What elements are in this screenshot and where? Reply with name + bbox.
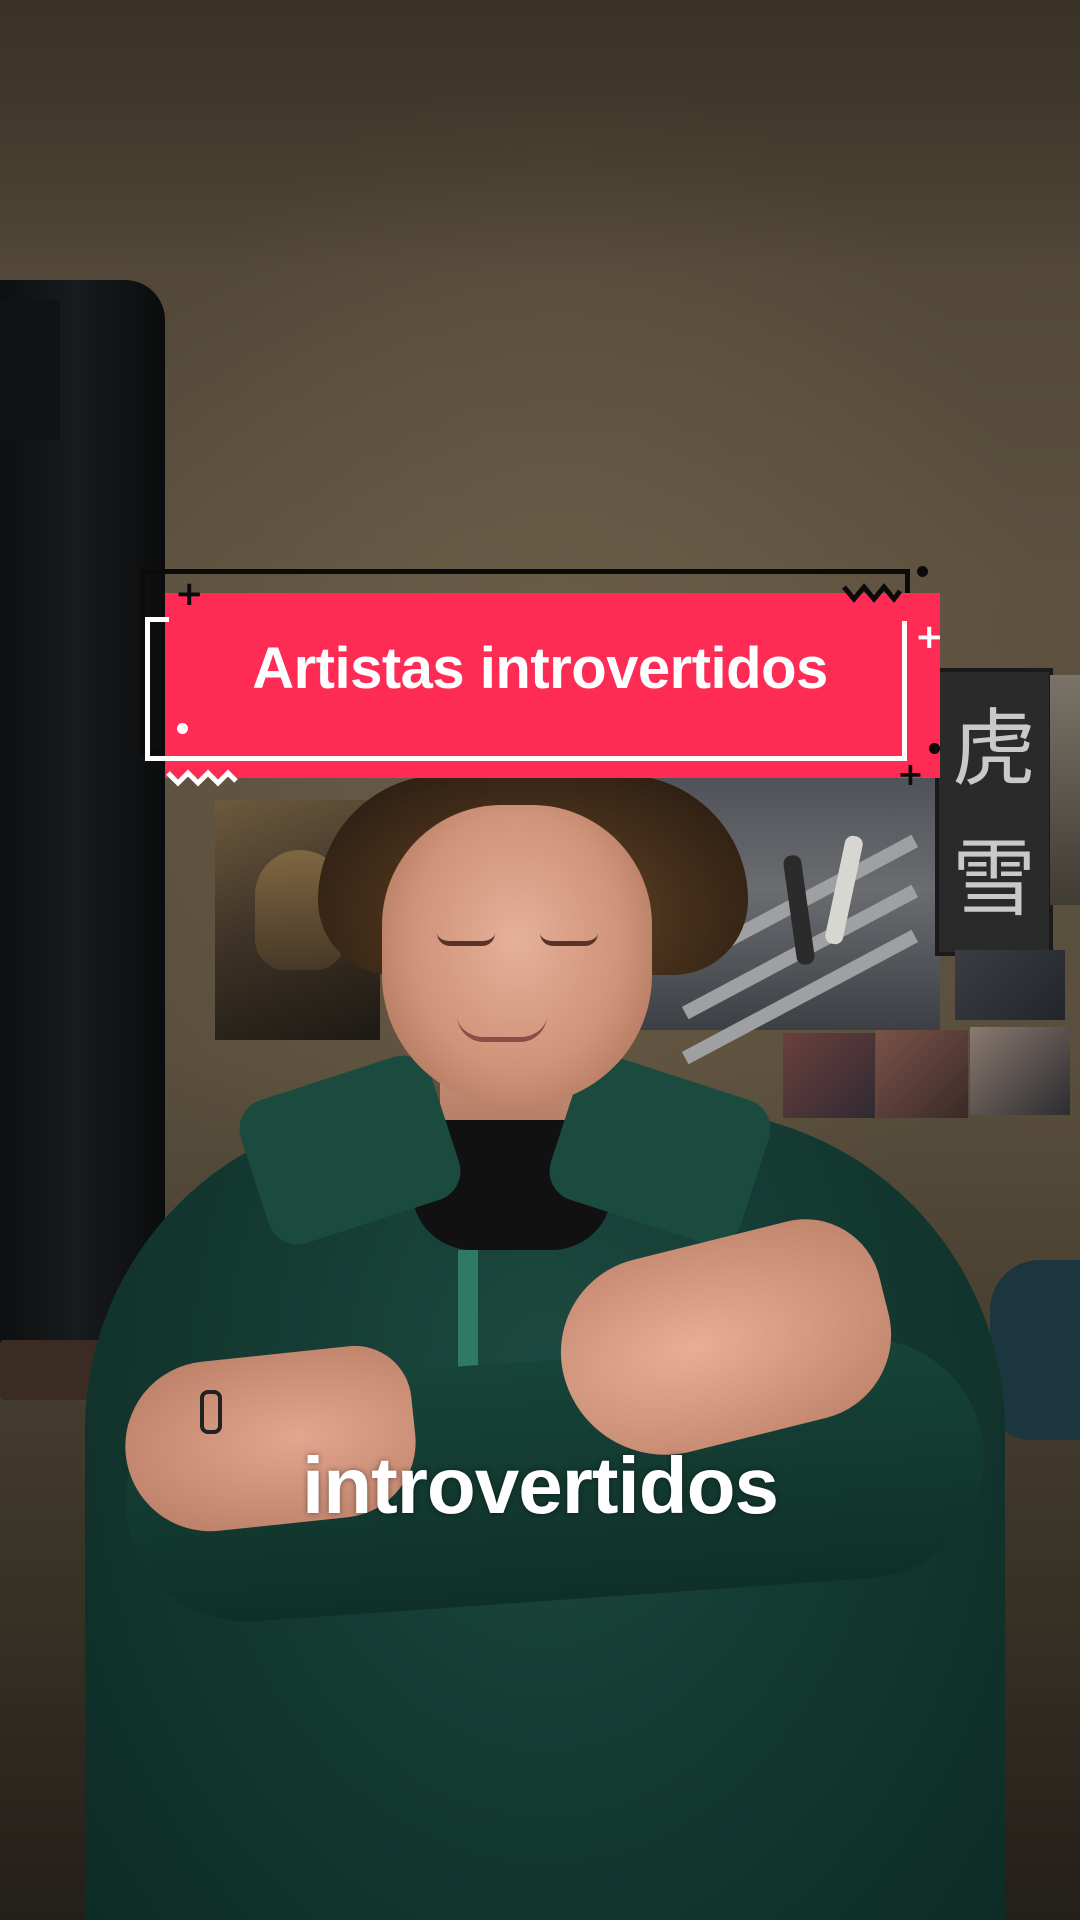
closed-eye-left <box>437 933 495 946</box>
poster-edge-right <box>1050 675 1080 905</box>
sticker-title-text: Artistas introvertidos <box>252 635 828 701</box>
kanji-character-top: 虎 <box>951 700 1036 798</box>
dot-decoration <box>177 723 188 734</box>
dot-decoration <box>917 566 928 577</box>
curtain-top <box>0 300 60 440</box>
title-sticker: Artistas introvertidos + + + <box>140 565 944 790</box>
plus-sparkle-icon: + <box>175 574 204 614</box>
small-photo <box>876 1030 968 1118</box>
closed-eye-right <box>540 933 598 946</box>
small-photo <box>970 1027 1070 1115</box>
kanji-poster: 虎 雪 <box>935 668 1053 956</box>
video-frame: 虎 雪 Artistas introvertidos + + + introve… <box>0 0 1080 1920</box>
finger-ring <box>200 1390 222 1434</box>
plus-sparkle-icon: + <box>897 755 924 793</box>
zigzag-decoration-icon <box>842 583 902 604</box>
small-photo <box>955 950 1065 1020</box>
zigzag-decoration-icon <box>166 769 238 787</box>
smile <box>457 1015 547 1042</box>
ceiling-shadow <box>0 0 1080 270</box>
plus-sparkle-icon: + <box>915 617 944 657</box>
person-face <box>382 805 652 1105</box>
small-photo <box>783 1033 875 1118</box>
dark-curtain <box>0 280 165 1380</box>
kanji-character-bottom: 雪 <box>951 830 1036 928</box>
dot-decoration <box>929 743 940 754</box>
video-caption: introvertidos <box>302 1441 779 1530</box>
